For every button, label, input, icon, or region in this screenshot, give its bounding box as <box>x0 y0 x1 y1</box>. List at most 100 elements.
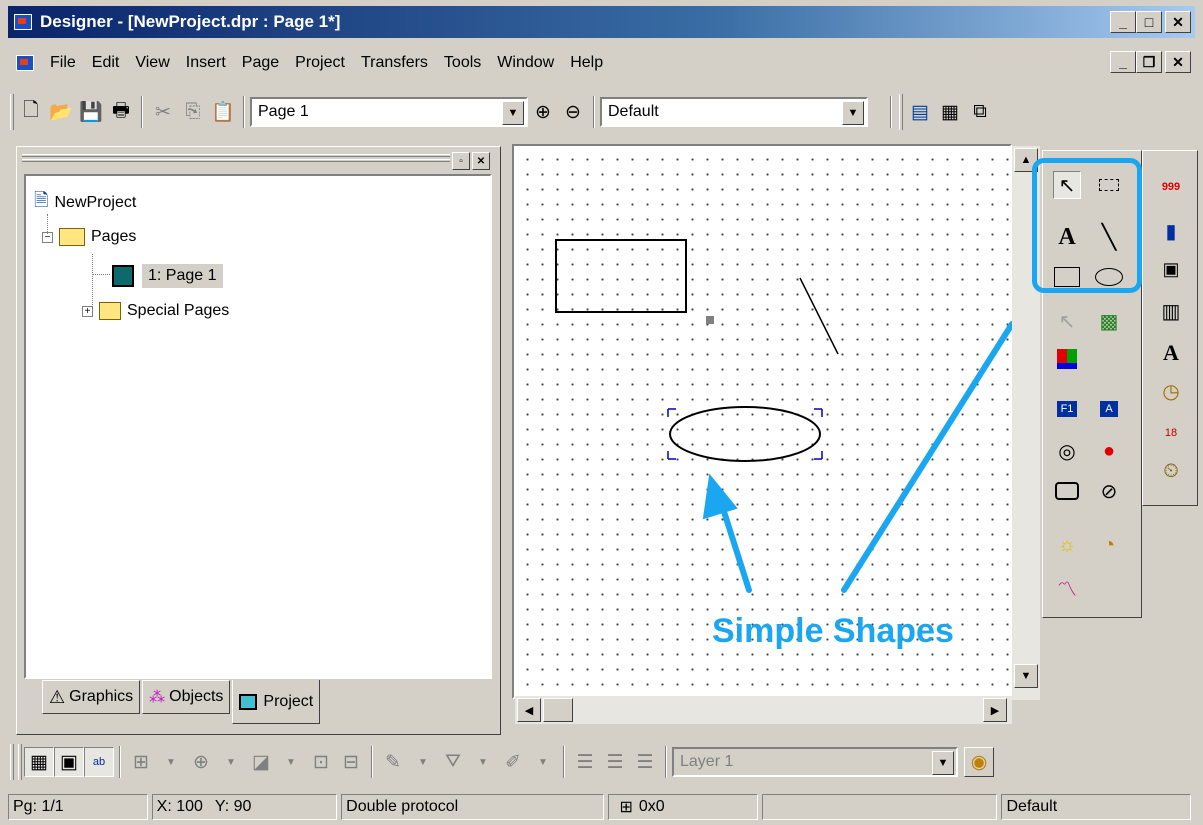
pane-header[interactable]: ▫ ✕ <box>20 150 496 172</box>
page-select[interactable]: Page 1 ▼ <box>250 97 528 127</box>
chevron-down-icon[interactable]: ▼ <box>502 101 524 125</box>
button-shape-icon[interactable] <box>1053 477 1081 505</box>
clock-icon[interactable]: ◷ <box>1157 377 1185 405</box>
tab-project[interactable]: Project <box>232 680 321 724</box>
close-button[interactable]: ✕ <box>1165 11 1191 33</box>
drawing-toolbar: ▦ ▣ ab ⊞ ▼ ⊕ ▼ ◪ ▼ ⊡ ⊟ ✎ ▼ ⛛ ▼ ✐ ▼ ☰ ☰ ☰… <box>8 738 1195 786</box>
tree-node-special-pages[interactable]: + Special Pages <box>82 302 229 320</box>
project-tree: 🗎 NewProject − Pages 1: Page 1 + Special… <box>24 174 492 679</box>
date-icon[interactable]: 18 <box>1157 419 1185 447</box>
print-icon[interactable]: 🖶 <box>106 97 136 127</box>
ascii-text-icon[interactable]: A <box>1157 339 1185 367</box>
chevron-down-icon[interactable]: ▼ <box>408 747 438 777</box>
menu-tools[interactable]: Tools <box>436 54 489 72</box>
new-file-icon[interactable]: 🗋 <box>16 97 46 127</box>
filmstrip-icon[interactable]: ▥ <box>1157 297 1185 325</box>
tree-node-pages[interactable]: − Pages <box>42 228 136 246</box>
tree-node-root[interactable]: 🗎 NewProject <box>34 188 136 218</box>
snap-icon[interactable]: ▣ <box>54 747 84 777</box>
status-empty <box>762 794 998 820</box>
chevron-down-icon[interactable]: ▼ <box>528 747 558 777</box>
f1-button-icon[interactable]: F1 <box>1053 395 1081 423</box>
tree-node-page1[interactable]: 1: Page 1 <box>112 264 223 288</box>
copy-icon[interactable]: ⎘ <box>178 97 208 127</box>
numeric-999-icon[interactable]: 999 <box>1157 173 1185 201</box>
switch-icon[interactable]: ⊘ <box>1095 477 1123 505</box>
align-center-icon[interactable]: ☰ <box>600 747 630 777</box>
chevron-down-icon[interactable]: ▼ <box>276 747 306 777</box>
chevron-down-icon[interactable]: ▼ <box>216 747 246 777</box>
menu-window[interactable]: Window <box>489 54 562 72</box>
a-button-icon[interactable]: A <box>1095 395 1123 423</box>
pane-close-button[interactable]: ✕ <box>472 152 490 170</box>
menu-project[interactable]: Project <box>287 54 353 72</box>
device-icon[interactable]: ▤ <box>905 97 935 127</box>
order-icon[interactable]: ◪ <box>246 747 276 777</box>
color-icon[interactable] <box>1053 345 1081 373</box>
bar-graph-icon[interactable]: ▮ <box>1157 217 1185 245</box>
maximize-button[interactable]: □ <box>1136 11 1162 33</box>
chevron-down-icon[interactable]: ▼ <box>932 751 954 775</box>
ellipse-shape <box>669 406 821 462</box>
layer-icon[interactable]: ◉ <box>964 747 994 777</box>
center-icon[interactable]: ⊕ <box>186 747 216 777</box>
tab-graphics[interactable]: ⚠ Graphics <box>42 680 141 714</box>
lamp-icon[interactable]: ● <box>1095 437 1123 465</box>
chevron-down-icon[interactable]: ▼ <box>468 747 498 777</box>
zoom-in-icon[interactable]: ⊕ <box>528 97 558 127</box>
minimize-button[interactable]: _ <box>1110 11 1136 33</box>
main-toolbar: 🗋 📂 💾 🖶 ✂ ⎘ 📋 Page 1 ▼ ⊕ ⊖ Default ▼ ▤ ▦… <box>8 88 1195 136</box>
menu-page[interactable]: Page <box>234 54 287 72</box>
status-style: Default <box>1001 794 1191 820</box>
doc-close-button[interactable]: ✕ <box>1165 51 1191 73</box>
text-field-icon[interactable]: ab <box>84 747 114 777</box>
menu-transfers[interactable]: Transfers <box>353 54 436 72</box>
align-left-icon[interactable]: ☰ <box>570 747 600 777</box>
doc-icon[interactable] <box>16 55 34 71</box>
line-style-icon[interactable]: ✐ <box>498 747 528 777</box>
timer-icon[interactable]: ⏲ <box>1157 457 1185 485</box>
fill-color-icon[interactable]: ⛛ <box>438 747 468 777</box>
zoom-out-icon[interactable]: ⊖ <box>558 97 588 127</box>
doc-minimize-button[interactable]: _ <box>1110 51 1136 73</box>
line-color-icon[interactable]: ✎ <box>378 747 408 777</box>
tab-objects[interactable]: ⁂ Objects <box>142 680 231 714</box>
align-icon[interactable]: ⊞ <box>126 747 156 777</box>
toolbar-grip[interactable] <box>10 94 14 130</box>
cut-icon[interactable]: ✂ <box>148 97 178 127</box>
scroll-down-icon[interactable]: ▼ <box>1014 664 1038 688</box>
style-select[interactable]: Default ▼ <box>600 97 868 127</box>
group-icon[interactable]: ⊡ <box>306 747 336 777</box>
display-icon[interactable]: ▣ <box>1157 255 1185 283</box>
menu-view[interactable]: View <box>127 54 177 72</box>
menu-help[interactable]: Help <box>562 54 611 72</box>
menu-file[interactable]: File <box>42 54 84 72</box>
open-folder-icon[interactable]: 📂 <box>46 97 76 127</box>
ungroup-icon[interactable]: ⊟ <box>336 747 366 777</box>
horizontal-scrollbar[interactable]: ◀ ▶ <box>515 696 1012 724</box>
doc-restore-button[interactable]: ❐ <box>1136 51 1162 73</box>
light-icon[interactable]: ☼ <box>1053 531 1081 559</box>
grid-icon[interactable]: ▦ <box>935 97 965 127</box>
layer-select[interactable]: Layer 1 ▼ <box>672 747 958 777</box>
scroll-left-icon[interactable]: ◀ <box>517 698 541 722</box>
bitmap-icon[interactable]: ▩ <box>1095 307 1123 335</box>
trend-icon[interactable]: 〽 <box>1053 573 1081 601</box>
gauge-icon[interactable]: ◔ <box>1095 531 1123 559</box>
menu-insert[interactable]: Insert <box>178 54 234 72</box>
paste-icon[interactable]: 📋 <box>208 97 238 127</box>
chevron-down-icon[interactable]: ▼ <box>156 747 186 777</box>
objects-icon: ⁂ <box>149 689 166 706</box>
pane-float-button[interactable]: ▫ <box>452 152 470 170</box>
align-right-icon[interactable]: ☰ <box>630 747 660 777</box>
scroll-right-icon[interactable]: ▶ <box>983 698 1007 722</box>
scroll-thumb[interactable] <box>543 698 573 722</box>
network-icon[interactable]: ⧉ <box>965 97 995 127</box>
radio-button-icon[interactable]: ◎ <box>1053 437 1081 465</box>
menu-edit[interactable]: Edit <box>84 54 128 72</box>
status-bar: Pg: 1/1 X: 100 Y: 90 Double protocol ⊞ 0… <box>8 794 1195 824</box>
status-coords: X: 100 Y: 90 <box>151 794 338 820</box>
chevron-down-icon[interactable]: ▼ <box>842 101 864 125</box>
save-icon[interactable]: 💾 <box>76 97 106 127</box>
grid-toggle-icon[interactable]: ▦ <box>24 747 54 777</box>
